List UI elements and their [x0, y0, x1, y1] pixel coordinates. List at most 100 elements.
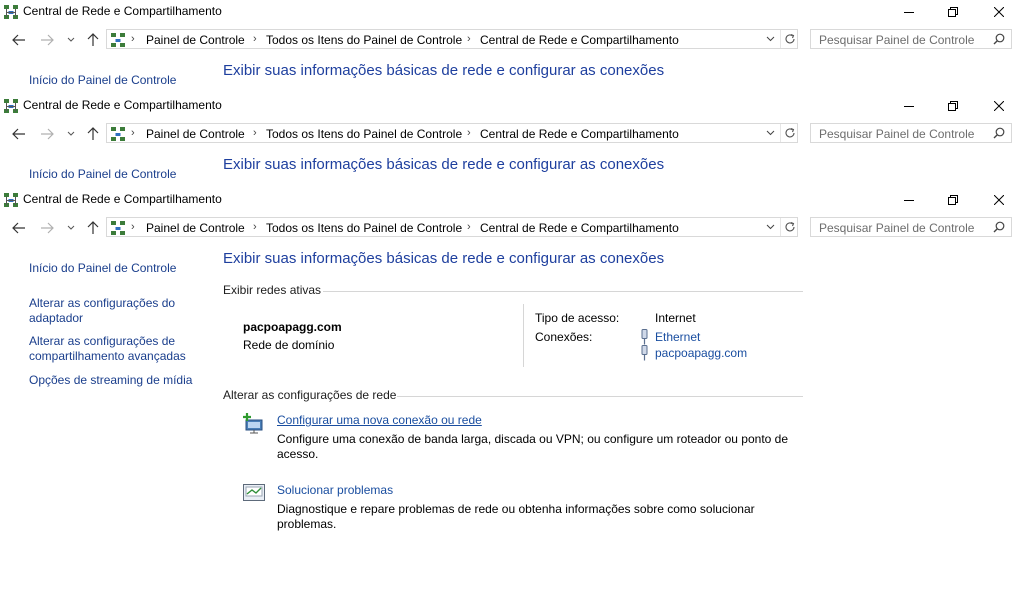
setup-new-connection-link[interactable]: Configurar uma nova conexão ou rede — [277, 413, 482, 427]
window-title: Central de Rede e Compartilhamento — [23, 4, 222, 18]
recent-locations-button[interactable] — [60, 218, 82, 238]
breadcrumb-item[interactable]: Central de Rede e Compartilhamento — [480, 33, 679, 47]
recent-locations-button[interactable] — [60, 30, 82, 50]
address-dropdown-button[interactable] — [761, 124, 779, 142]
forward-button[interactable] — [36, 124, 58, 144]
back-arrow-icon — [12, 128, 25, 140]
chevron-right-icon: › — [131, 127, 135, 139]
troubleshoot-link[interactable]: Solucionar problemas — [277, 483, 393, 497]
page-title: Exibir suas informações básicas de rede … — [223, 156, 665, 173]
close-button[interactable] — [976, 0, 1022, 24]
vertical-divider — [523, 304, 524, 367]
access-type-value: Internet — [655, 311, 696, 325]
active-networks-heading: Exibir redes ativas — [223, 283, 322, 297]
minimize-button[interactable] — [886, 188, 932, 212]
window-title: Central de Rede e Compartilhamento — [23, 98, 222, 112]
back-button[interactable] — [8, 30, 30, 50]
refresh-button[interactable] — [780, 30, 799, 48]
breadcrumb-item[interactable]: Central de Rede e Compartilhamento — [480, 221, 679, 235]
sidebar-home-link[interactable]: Início do Painel de Controle — [29, 261, 209, 276]
network-name: pacpoapagg.com — [243, 320, 342, 334]
network-sharing-center-window: Central de Rede e Compartilhamento › Pai… — [0, 188, 1024, 600]
refresh-button[interactable] — [780, 218, 799, 236]
restore-button[interactable] — [930, 0, 976, 24]
back-button[interactable] — [8, 124, 30, 144]
control-panel-icon — [111, 127, 125, 141]
address-bar[interactable]: › Painel de Controle › Todos os Itens do… — [106, 123, 798, 143]
chevron-right-icon: › — [131, 33, 135, 45]
chevron-right-icon: › — [467, 221, 471, 233]
up-button[interactable] — [82, 30, 104, 50]
network-center-icon — [4, 5, 18, 19]
close-button[interactable] — [976, 94, 1022, 118]
chevron-down-icon — [67, 37, 75, 42]
search-icon — [993, 127, 1005, 139]
ethernet-cable-icon — [641, 345, 648, 361]
forward-button[interactable] — [36, 218, 58, 238]
minimize-icon — [904, 12, 914, 13]
search-box[interactable]: Pesquisar Painel de Controle — [810, 29, 1012, 49]
search-placeholder: Pesquisar Painel de Controle — [819, 221, 975, 235]
ethernet-cable-icon — [641, 329, 648, 345]
troubleshoot-icon — [243, 484, 265, 501]
up-arrow-icon — [87, 221, 99, 234]
sidebar-item-media-streaming[interactable]: Opções de streaming de mídia — [29, 373, 209, 388]
restore-button[interactable] — [930, 188, 976, 212]
sidebar-home-link[interactable]: Início do Painel de Controle — [29, 167, 209, 182]
breadcrumb-item[interactable]: Painel de Controle — [146, 33, 245, 47]
chevron-right-icon: › — [253, 33, 257, 45]
breadcrumb-item[interactable]: Todos os Itens do Painel de Controle — [266, 127, 462, 141]
section-divider — [397, 396, 803, 397]
breadcrumb-item[interactable]: Painel de Controle — [146, 127, 245, 141]
breadcrumb-item[interactable]: Central de Rede e Compartilhamento — [480, 127, 679, 141]
address-bar[interactable]: › Painel de Controle › Todos os Itens do… — [106, 217, 798, 237]
address-dropdown-button[interactable] — [761, 218, 779, 236]
address-dropdown-button[interactable] — [761, 30, 779, 48]
new-connection-icon — [243, 413, 263, 434]
forward-arrow-icon — [41, 222, 54, 234]
page-title: Exibir suas informações básicas de rede … — [223, 250, 665, 267]
refresh-icon — [785, 221, 795, 232]
minimize-button[interactable] — [886, 94, 932, 118]
up-arrow-icon — [87, 33, 99, 46]
back-arrow-icon — [12, 34, 25, 46]
page-title: Exibir suas informações básicas de rede … — [223, 62, 665, 79]
forward-button[interactable] — [36, 30, 58, 50]
refresh-button[interactable] — [780, 124, 799, 142]
change-settings-heading: Alterar as configurações de rede — [223, 388, 397, 402]
chevron-right-icon: › — [467, 33, 471, 45]
up-button[interactable] — [82, 124, 104, 144]
search-box[interactable]: Pesquisar Painel de Controle — [810, 123, 1012, 143]
close-button[interactable] — [976, 188, 1022, 212]
connection-link-domain[interactable]: pacpoapagg.com — [655, 346, 747, 360]
setup-new-connection-description: Configure uma conexão de banda larga, di… — [277, 432, 789, 461]
search-box[interactable]: Pesquisar Painel de Controle — [810, 217, 1012, 237]
window-ghost-2: Central de Rede e Compartilhamento › Pai… — [0, 94, 1024, 188]
chevron-down-icon — [766, 224, 774, 230]
minimize-button[interactable] — [886, 0, 932, 24]
network-type[interactable]: Rede de domínio — [243, 338, 334, 352]
search-icon — [993, 221, 1005, 233]
sidebar-home-link[interactable]: Início do Painel de Controle — [29, 73, 209, 88]
up-button[interactable] — [82, 218, 104, 238]
sidebar-item-adapter-settings[interactable]: Alterar as configurações do adaptador — [29, 296, 209, 326]
breadcrumb-item[interactable]: Todos os Itens do Painel de Controle — [266, 33, 462, 47]
section-divider — [323, 291, 803, 292]
sidebar-item-advanced-sharing[interactable]: Alterar as configurações de compartilham… — [29, 334, 209, 364]
address-bar[interactable]: › Painel de Controle › Todos os Itens do… — [106, 29, 798, 49]
window-ghost-1: Central de Rede e Compartilhamento › Pai… — [0, 0, 1024, 94]
breadcrumb-item[interactable]: Todos os Itens do Painel de Controle — [266, 221, 462, 235]
chevron-right-icon: › — [467, 127, 471, 139]
chevron-down-icon — [67, 131, 75, 136]
restore-icon — [948, 101, 958, 111]
troubleshoot-description: Diagnostique e repare problemas de rede … — [277, 502, 755, 531]
back-button[interactable] — [8, 218, 30, 238]
restore-button[interactable] — [930, 94, 976, 118]
navigation-bar: › Painel de Controle › Todos os Itens do… — [0, 28, 1024, 52]
connection-link-ethernet[interactable]: Ethernet — [655, 330, 700, 344]
recent-locations-button[interactable] — [60, 124, 82, 144]
restore-icon — [948, 7, 958, 17]
refresh-icon — [785, 127, 795, 138]
breadcrumb-item[interactable]: Painel de Controle — [146, 221, 245, 235]
chevron-down-icon — [766, 130, 774, 136]
